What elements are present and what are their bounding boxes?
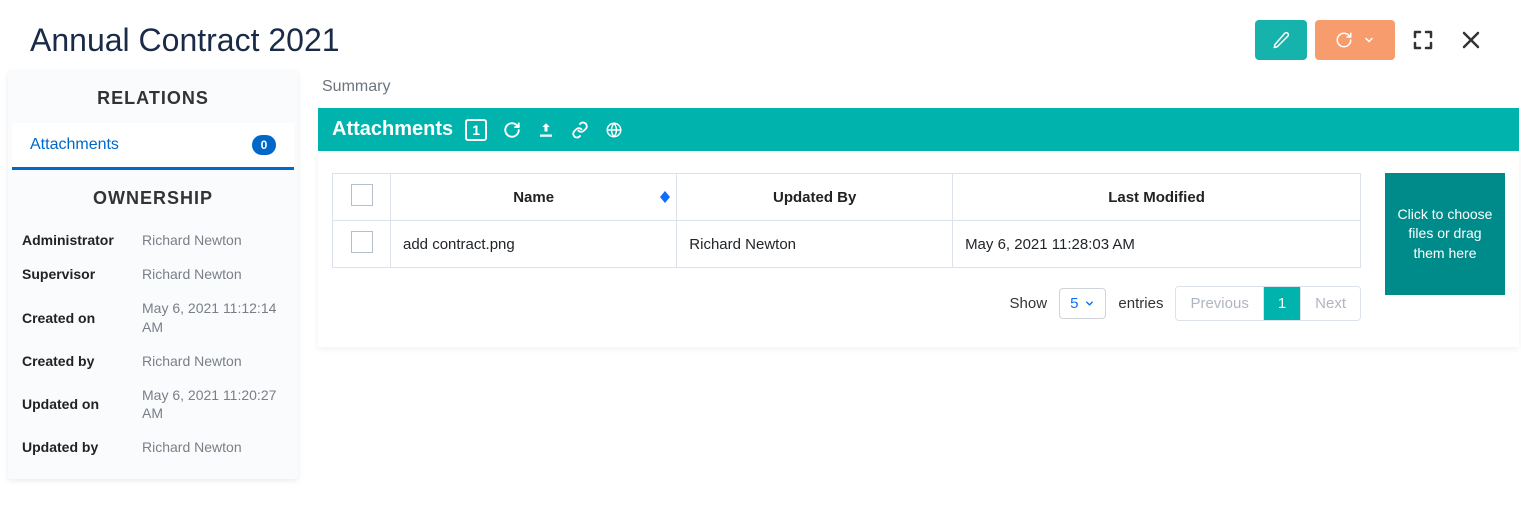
panel-body: Name Updated By Last Modified	[318, 151, 1519, 347]
close-button[interactable]	[1451, 20, 1491, 60]
main-content: Summary Attachments 1	[298, 70, 1521, 347]
tab-bar: Summary	[318, 70, 1521, 108]
pager-page-1[interactable]: 1	[1264, 287, 1301, 320]
sidebar-item-label: Attachments	[30, 136, 119, 154]
ownership-value: May 6, 2021 11:20:27 AM	[142, 386, 284, 422]
col-name-label: Name	[513, 189, 554, 206]
ownership-label: Created by	[22, 353, 142, 369]
sidebar-item-attachments[interactable]: Attachments 0	[12, 123, 294, 170]
pencil-icon	[1272, 31, 1290, 49]
link-icon	[571, 121, 589, 139]
file-dropzone[interactable]: Click to choose files or drag them here	[1385, 173, 1505, 295]
ownership-label: Updated on	[22, 396, 142, 412]
panel-count: 1	[465, 119, 487, 141]
ownership-label: Administrator	[22, 232, 142, 248]
refresh-dropdown-button[interactable]	[1315, 20, 1395, 60]
pager-entries-label: entries	[1118, 295, 1163, 312]
table-row[interactable]: add contract.png Richard Newton May 6, 2…	[333, 221, 1361, 268]
panel-toolbar	[503, 121, 623, 139]
upload-button[interactable]	[537, 121, 555, 139]
col-updated-by[interactable]: Updated By	[677, 174, 953, 221]
ownership-row: Updated by Richard Newton	[22, 430, 284, 464]
page-size-select[interactable]: 5	[1059, 288, 1106, 319]
panel-title: Attachments	[332, 118, 453, 141]
ownership-heading: OWNERSHIP	[8, 170, 298, 223]
ownership-value: Richard Newton	[142, 265, 284, 283]
chevron-down-icon	[1084, 298, 1095, 309]
header-actions	[1255, 20, 1491, 60]
ownership-value: May 6, 2021 11:12:14 AM	[142, 299, 284, 335]
select-all-checkbox[interactable]	[351, 184, 373, 206]
pager: Show 5 entries Previous 1 Next	[332, 286, 1361, 321]
ownership-label: Created on	[22, 310, 142, 326]
cell-updated-by: Richard Newton	[677, 221, 953, 268]
panel-header: Attachments 1	[318, 108, 1519, 151]
ownership-row: Created on May 6, 2021 11:12:14 AM	[22, 291, 284, 343]
expand-icon	[1411, 28, 1435, 52]
ownership-row: Administrator Richard Newton	[22, 223, 284, 257]
ownership-row: Supervisor Richard Newton	[22, 257, 284, 291]
tab-summary[interactable]: Summary	[322, 78, 390, 95]
page-buttons: Previous 1 Next	[1175, 286, 1361, 321]
cell-name: add contract.png	[391, 221, 677, 268]
pager-show-label: Show	[1010, 295, 1048, 312]
sidebar: RELATIONS Attachments 0 OWNERSHIP Admini…	[8, 70, 298, 479]
page-size-value: 5	[1070, 295, 1078, 312]
ownership-value: Richard Newton	[142, 438, 284, 456]
attachments-panel: Attachments 1	[318, 108, 1521, 347]
upload-icon	[537, 121, 555, 139]
ownership-value: Richard Newton	[142, 352, 284, 370]
reload-icon	[503, 121, 521, 139]
sort-indicator-icon	[660, 191, 670, 203]
cell-last-modified: May 6, 2021 11:28:03 AM	[953, 221, 1361, 268]
link-button[interactable]	[571, 121, 589, 139]
table-wrap: Name Updated By Last Modified	[332, 173, 1361, 321]
attachments-table: Name Updated By Last Modified	[332, 173, 1361, 268]
ownership-value: Richard Newton	[142, 231, 284, 249]
ownership-table: Administrator Richard Newton Supervisor …	[8, 223, 298, 479]
attachments-count-badge: 0	[252, 135, 276, 155]
ownership-label: Supervisor	[22, 266, 142, 282]
page-title: Annual Contract 2021	[30, 22, 340, 59]
pager-previous[interactable]: Previous	[1176, 287, 1263, 320]
col-select	[333, 174, 391, 221]
ownership-label: Updated by	[22, 439, 142, 455]
row-checkbox[interactable]	[351, 231, 373, 253]
chevron-down-icon	[1363, 34, 1375, 46]
edit-button[interactable]	[1255, 20, 1307, 60]
fullscreen-button[interactable]	[1403, 20, 1443, 60]
close-icon	[1459, 28, 1483, 52]
refresh-icon	[1335, 31, 1353, 49]
globe-icon	[605, 121, 623, 139]
reload-button[interactable]	[503, 121, 521, 139]
col-name[interactable]: Name	[391, 174, 677, 221]
col-last-modified[interactable]: Last Modified	[953, 174, 1361, 221]
relations-heading: RELATIONS	[8, 70, 298, 123]
ownership-row: Updated on May 6, 2021 11:20:27 AM	[22, 378, 284, 430]
pager-next[interactable]: Next	[1301, 287, 1360, 320]
globe-button[interactable]	[605, 121, 623, 139]
ownership-row: Created by Richard Newton	[22, 344, 284, 378]
